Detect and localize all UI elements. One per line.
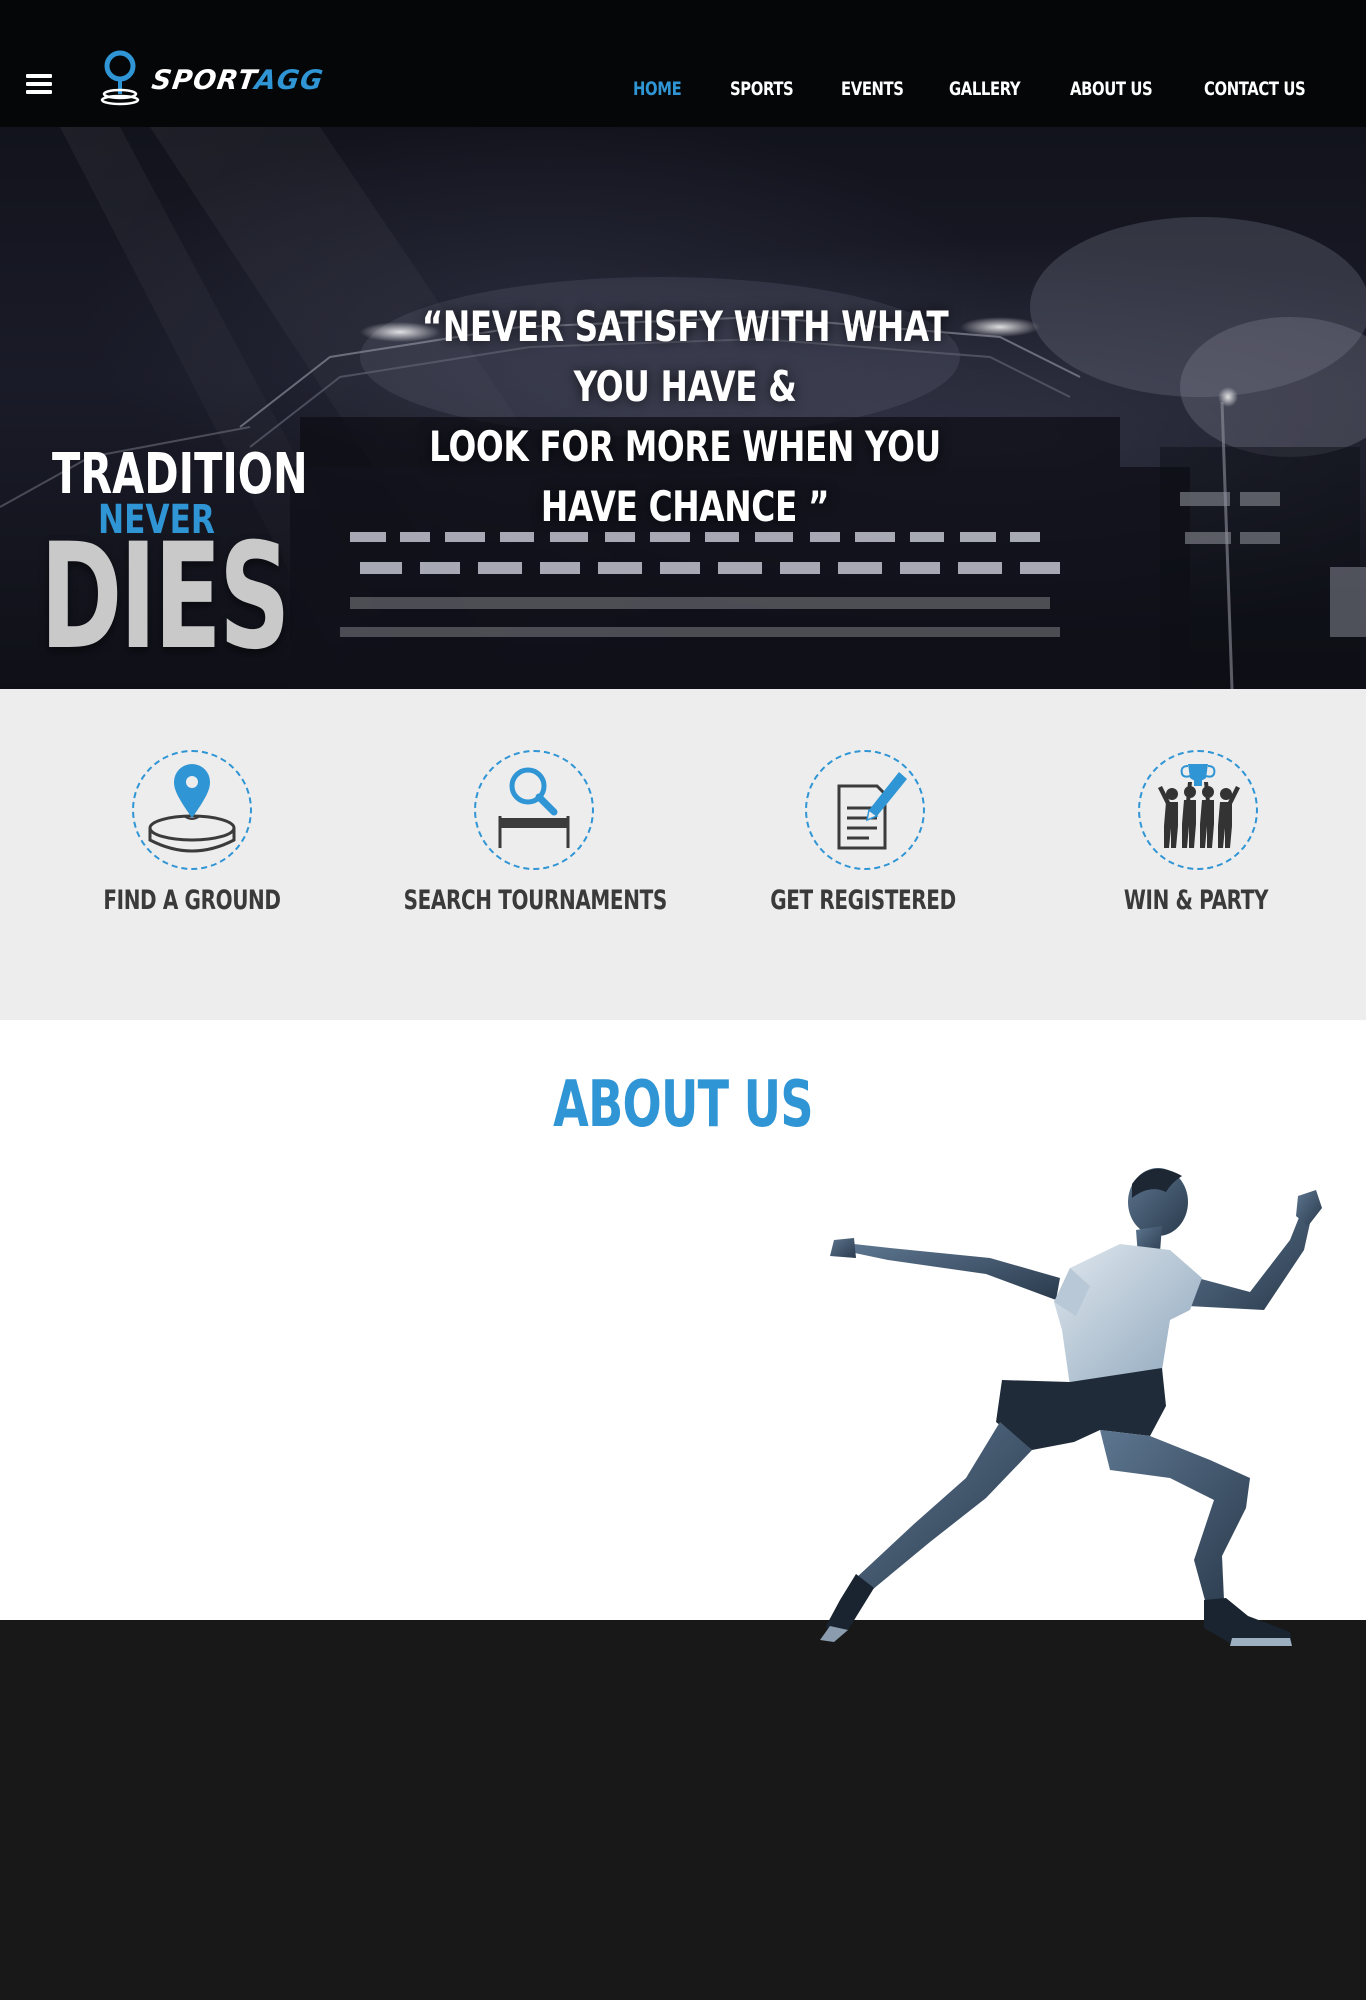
tagline-never: NEVER [98, 497, 215, 543]
feature-win-and-party[interactable]: WIN & PARTY [1036, 750, 1356, 920]
feature-icon-circle [474, 750, 594, 870]
hero-quote-line-2: LOOK FOR MORE WHEN YOU HAVE CHANCE ” [429, 422, 941, 531]
hero-tagline: DIES TRADITION NEVER [40, 442, 308, 682]
feature-icon-circle [805, 750, 925, 870]
hero-banner: “NEVER SATISFY WITH WHAT YOU HAVE & LOOK… [0, 127, 1366, 689]
feature-label: SEARCH TOURNAMENTS [403, 885, 668, 916]
dark-footer-band [0, 1620, 1366, 2000]
document-pencil-icon [837, 772, 907, 850]
feature-search-tournaments[interactable]: SEARCH TOURNAMENTS [362, 750, 682, 920]
feature-label: WIN & PARTY [1123, 885, 1269, 916]
map-pin-ground-icon [148, 764, 236, 853]
nav-about-us[interactable]: ABOUT US [1070, 78, 1153, 100]
nav-events[interactable]: EVENTS [841, 78, 904, 100]
about-heading: ABOUT US [553, 1068, 813, 1142]
nav-home[interactable]: HOME [633, 78, 682, 100]
feature-find-a-ground[interactable]: FIND A GROUND [32, 750, 352, 920]
feature-icon-circle [1138, 750, 1258, 870]
sprinter-photo [820, 1168, 1322, 1646]
features-strip: FIND A GROUND SEARCH TOURNAMENTS GET REG… [0, 689, 1366, 1020]
main-nav: HOME SPORTS EVENTS GALLERY ABOUT US CONT… [0, 78, 1366, 108]
nav-contact-us[interactable]: CONTACT US [1204, 78, 1306, 100]
feature-label: GET REGISTERED [770, 885, 956, 916]
feature-label: FIND A GROUND [103, 885, 281, 916]
feature-icon-circle [132, 750, 252, 870]
site-header: SPORTAGG HOME SPORTS EVENTS GALLERY ABOU… [0, 0, 1366, 127]
hero-quote: “NEVER SATISFY WITH WHAT YOU HAVE & LOOK… [385, 297, 986, 537]
hero-quote-line-1: “NEVER SATISFY WITH WHAT YOU HAVE & [421, 302, 949, 411]
nav-gallery[interactable]: GALLERY [949, 78, 1021, 100]
nav-sports[interactable]: SPORTS [730, 78, 794, 100]
team-trophy-icon [1158, 764, 1240, 848]
feature-get-registered[interactable]: GET REGISTERED [703, 750, 1023, 920]
magnifier-track-icon [498, 767, 570, 848]
